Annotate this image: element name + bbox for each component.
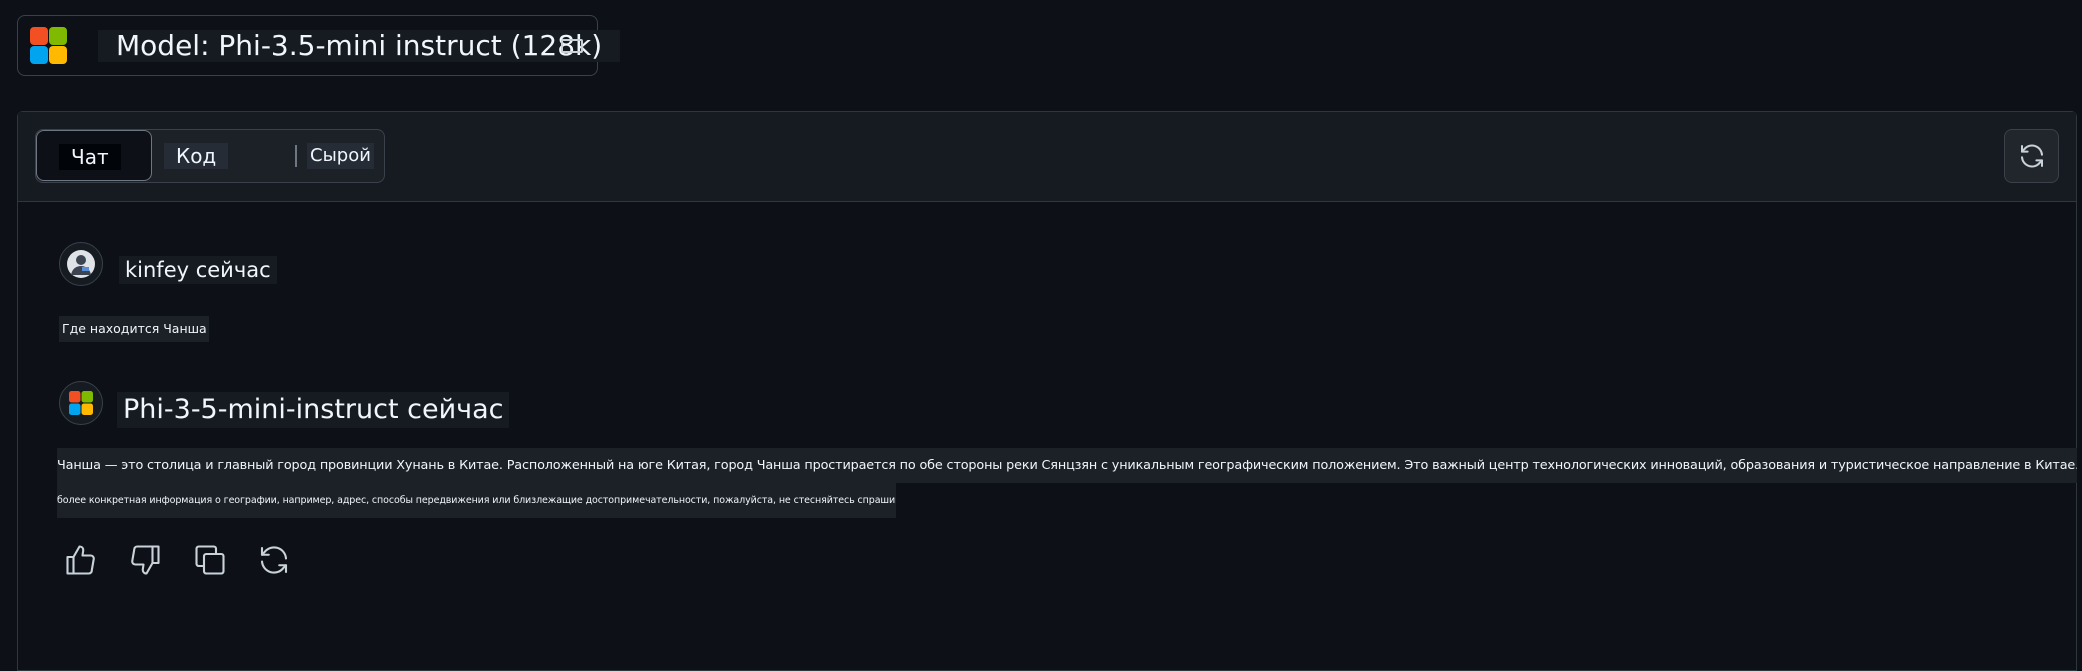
tab-raw-label: Сырой — [307, 143, 374, 169]
refresh-button[interactable] — [2004, 129, 2059, 183]
model-title: Model: Phi-3.5-mini instruct (128k) — [98, 30, 621, 62]
thumbs-down-icon[interactable] — [127, 542, 163, 578]
tab-code[interactable]: Код — [164, 143, 260, 169]
model-selector[interactable]: Model: Phi-3.5-mini instruct (128k) — [17, 15, 621, 76]
refresh-icon — [2020, 144, 2043, 168]
assistant-message-line-2: более конкретная информация о географии,… — [57, 483, 896, 518]
user-sender: kinfey сейчас — [119, 256, 277, 284]
chat-panel: Чат Код Сырой kinfey сейчас Где находитс… — [17, 111, 2077, 671]
microsoft-logo-icon — [30, 27, 67, 64]
thumbs-up-icon[interactable] — [63, 542, 99, 578]
window-icon[interactable] — [561, 39, 583, 53]
tab-chat-label: Чат — [59, 144, 121, 170]
panel-header: Чат Код Сырой — [18, 112, 2076, 202]
assistant-message-line-1: Чанша — это столица и главный город пров… — [57, 448, 2077, 483]
user-message-text: Где находится Чанша — [59, 316, 209, 342]
tab-divider — [295, 145, 297, 167]
user-avatar-icon — [67, 250, 95, 278]
tab-code-label: Код — [164, 143, 229, 169]
tab-chat[interactable]: Чат — [36, 130, 152, 181]
regenerate-icon[interactable] — [256, 542, 292, 578]
microsoft-logo-icon — [69, 391, 93, 415]
copy-icon[interactable] — [192, 542, 228, 578]
assistant-avatar — [59, 381, 103, 425]
user-avatar — [59, 242, 103, 286]
view-tabs: Чат Код Сырой — [35, 129, 385, 183]
assistant-sender: Phi-3-5-mini-instruct сейчас — [117, 392, 510, 428]
